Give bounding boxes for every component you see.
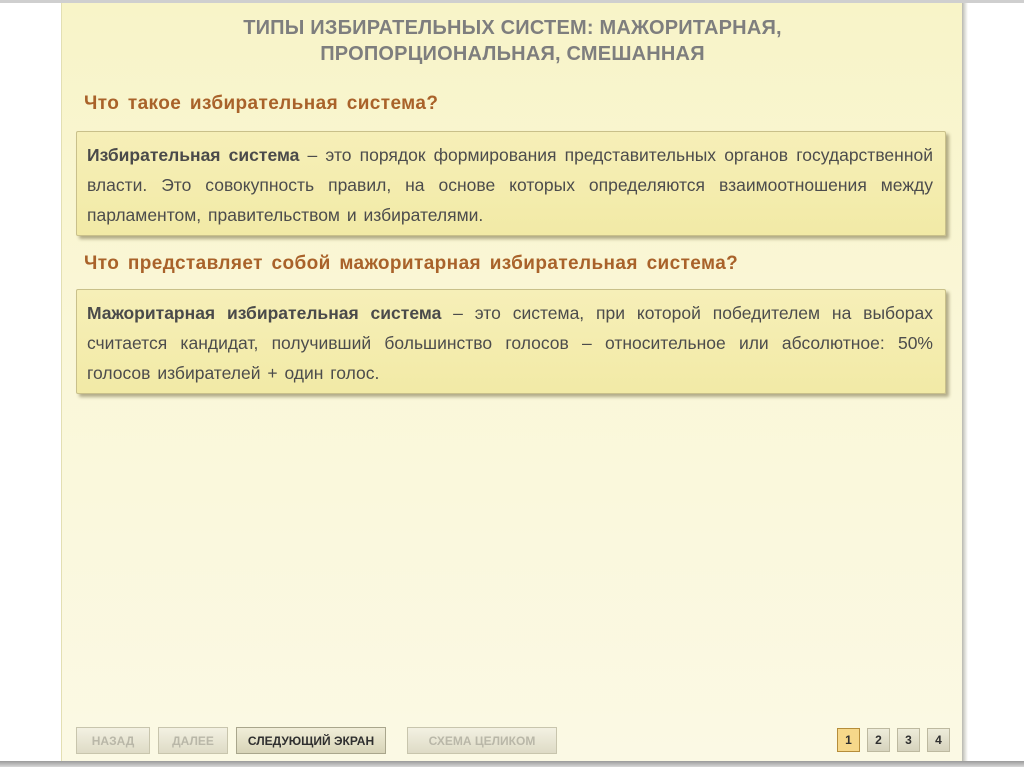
slide-panel-shadow	[962, 3, 968, 761]
term-majoritarian-system: Мажоритарная избирательная система	[87, 303, 442, 323]
page-button-1[interactable]: 1	[837, 728, 860, 752]
definition-box-majoritarian-system: Мажоритарная избирательная система – это…	[76, 289, 946, 394]
title-line-2: ПРОПОРЦИОНАЛЬНАЯ, СМЕШАННАЯ	[320, 43, 705, 65]
back-button[interactable]: НАЗАД	[76, 727, 150, 754]
page-button-2[interactable]: 2	[867, 728, 890, 752]
page-button-4[interactable]: 4	[927, 728, 950, 752]
next-screen-button[interactable]: СЛЕДУЮЩИЙ ЭКРАН	[236, 727, 386, 754]
question-electoral-system: Что такое избирательная система?	[84, 93, 439, 114]
slide-panel: ТИПЫ ИЗБИРАТЕЛЬНЫХ СИСТЕМ: МАЖОРИТАРНАЯ,…	[61, 3, 963, 761]
question-majoritarian-system: Что представляет собой мажоритарная изби…	[84, 253, 739, 274]
page-title: ТИПЫ ИЗБИРАТЕЛЬНЫХ СИСТЕМ: МАЖОРИТАРНАЯ,…	[62, 15, 963, 67]
page-button-3[interactable]: 3	[897, 728, 920, 752]
title-line-1: ТИПЫ ИЗБИРАТЕЛЬНЫХ СИСТЕМ: МАЖОРИТАРНАЯ,	[243, 17, 782, 39]
next-button[interactable]: ДАЛЕЕ	[158, 727, 228, 754]
window-bottom-edge	[0, 761, 1024, 767]
definition-box-electoral-system: Избирательная система – это порядок форм…	[76, 131, 946, 236]
full-scheme-button[interactable]: СХЕМА ЦЕЛИКОМ	[407, 727, 557, 754]
term-electoral-system: Избирательная система	[87, 145, 300, 165]
